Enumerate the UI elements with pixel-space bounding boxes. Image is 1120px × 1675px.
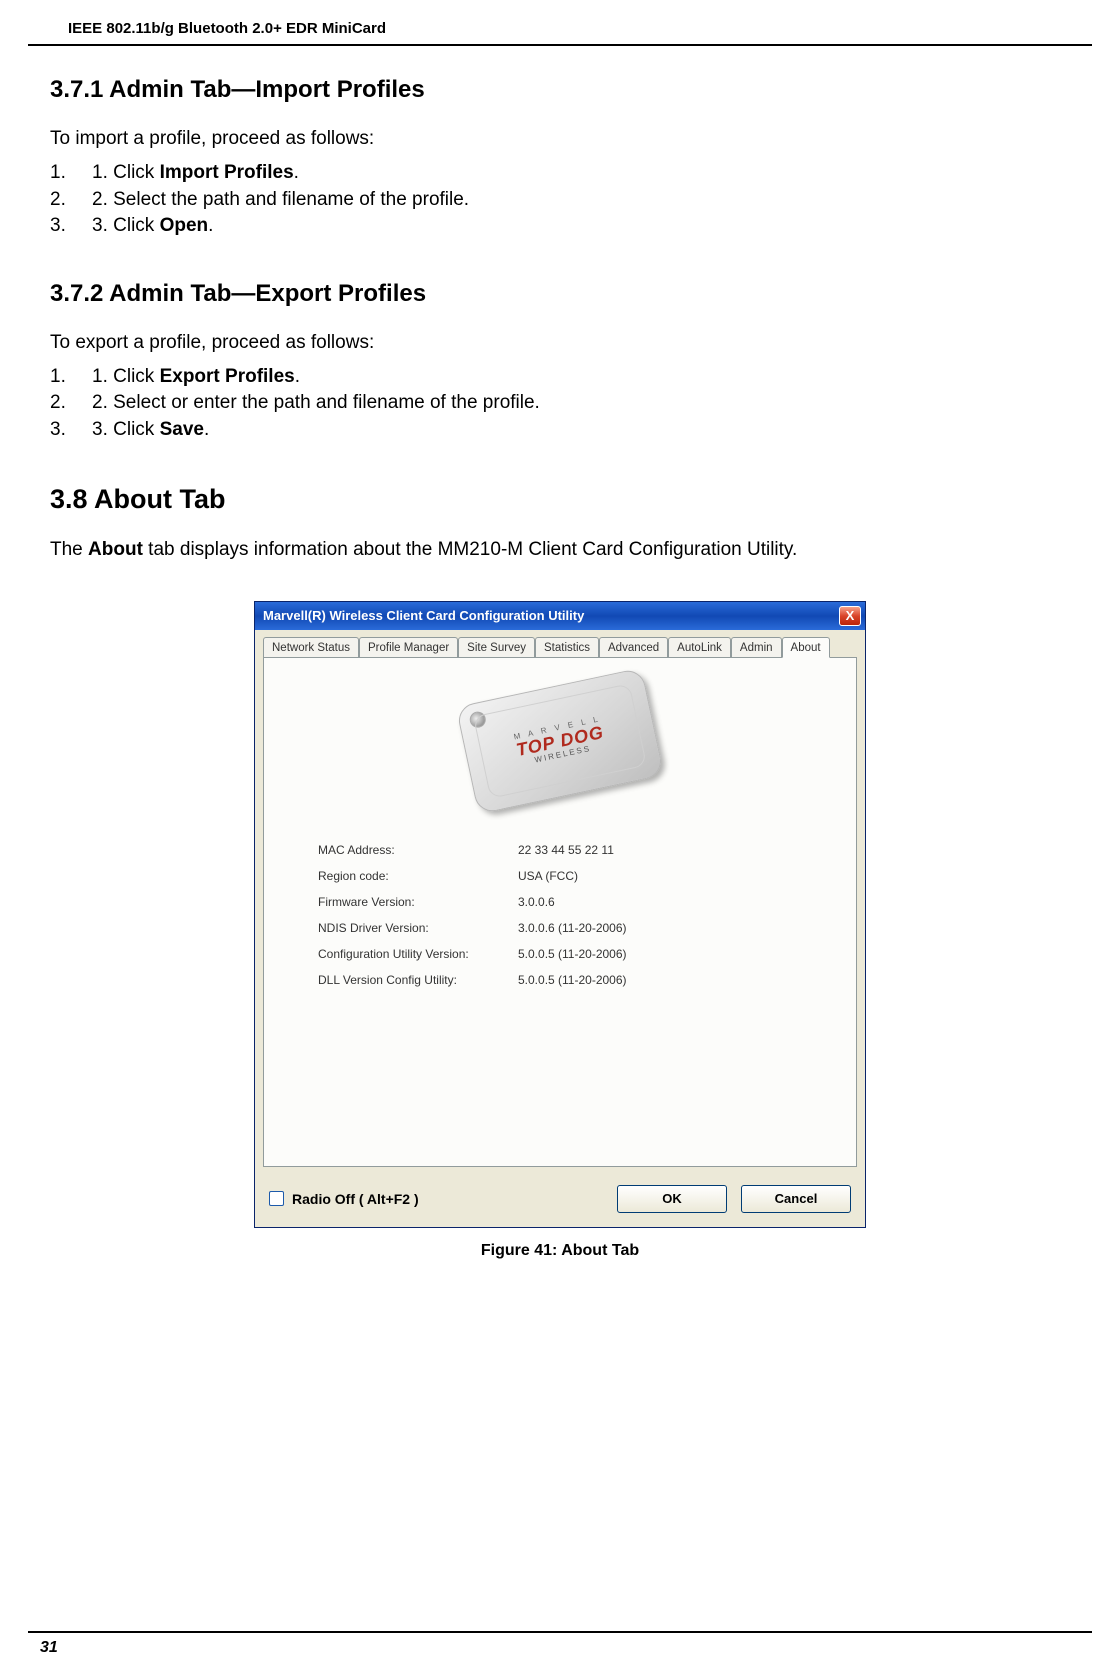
li-text: 1. Click xyxy=(92,162,160,183)
li-suffix: . xyxy=(204,419,209,440)
screenshot-wrap: Marvell(R) Wireless Client Card Configur… xyxy=(50,601,1070,1260)
info-row: DLL Version Config Utility:5.0.0.5 (11-2… xyxy=(318,967,802,993)
li-num: 1. xyxy=(50,364,92,391)
intro-371: To import a profile, proceed as follows: xyxy=(50,128,1070,150)
tab-advanced[interactable]: Advanced xyxy=(599,637,668,658)
info-value: 3.0.0.6 xyxy=(518,895,555,909)
window-title: Marvell(R) Wireless Client Card Configur… xyxy=(263,608,584,623)
list-item: 1.1. Click Import Profiles. xyxy=(50,160,1070,187)
close-button[interactable]: X xyxy=(839,606,861,626)
tab-admin[interactable]: Admin xyxy=(731,637,782,658)
para-38: The About tab displays information about… xyxy=(50,539,1070,561)
tabstrip: Network Status Profile Manager Site Surv… xyxy=(255,630,865,657)
info-label: Configuration Utility Version: xyxy=(318,947,518,961)
info-row: Firmware Version:3.0.0.6 xyxy=(318,889,802,915)
page-header: IEEE 802.11b/g Bluetooth 2.0+ EDR MiniCa… xyxy=(28,12,1092,46)
info-label: NDIS Driver Version: xyxy=(318,921,518,935)
li-bold: Export Profiles xyxy=(160,366,295,387)
tab-about[interactable]: About xyxy=(782,637,830,658)
tab-body: M A R V E L L TOP DOG WIRELESS MAC Addre… xyxy=(263,657,857,1167)
logo-inner: M A R V E L L TOP DOG WIRELESS xyxy=(473,683,647,798)
li-bold: Import Profiles xyxy=(160,162,294,183)
info-row: Region code:USA (FCC) xyxy=(318,863,802,889)
list-372: 1.1. Click Export Profiles. 2.2. Select … xyxy=(50,364,1070,444)
page-number: 31 xyxy=(40,1639,58,1656)
li-text: 3. Click xyxy=(92,215,160,236)
cancel-button[interactable]: Cancel xyxy=(741,1185,851,1213)
list-item: 3.3. Click Save. xyxy=(50,417,1070,444)
info-value: 5.0.0.5 (11-20-2006) xyxy=(518,947,627,961)
li-num: 1. xyxy=(50,160,92,187)
heading-372: 3.7.2 Admin Tab—Export Profiles xyxy=(50,280,1070,308)
list-item: 2.2. Select the path and filename of the… xyxy=(50,187,1070,214)
tab-network-status[interactable]: Network Status xyxy=(263,637,359,658)
header-title: IEEE 802.11b/g Bluetooth 2.0+ EDR MiniCa… xyxy=(68,20,386,37)
li-bold: Save xyxy=(160,419,204,440)
radio-off-label: Radio Off ( Alt+F2 ) xyxy=(292,1191,419,1207)
li-text: 2. Select or enter the path and filename… xyxy=(92,392,540,413)
tab-autolink[interactable]: AutoLink xyxy=(668,637,731,658)
info-value: 3.0.0.6 (11-20-2006) xyxy=(518,921,627,935)
intro-372: To export a profile, proceed as follows: xyxy=(50,332,1070,354)
tab-site-survey[interactable]: Site Survey xyxy=(458,637,535,658)
li-suffix: . xyxy=(295,366,300,387)
li-text: 3. Click xyxy=(92,419,160,440)
para-bold: About xyxy=(88,539,143,560)
page-content: 3.7.1 Admin Tab—Import Profiles To impor… xyxy=(0,46,1120,1280)
logo-tag-icon: M A R V E L L TOP DOG WIRELESS xyxy=(456,667,665,814)
li-text: 1. Click xyxy=(92,366,160,387)
li-num: 3. xyxy=(50,417,92,444)
info-table: MAC Address:22 33 44 55 22 11 Region cod… xyxy=(318,837,802,993)
page-footer: 31 xyxy=(28,1631,1092,1657)
li-text: 2. Select the path and filename of the p… xyxy=(92,189,469,210)
heading-38: 3.8 About Tab xyxy=(50,484,1070,515)
li-num: 2. xyxy=(50,187,92,214)
list-371: 1.1. Click Import Profiles. 2.2. Select … xyxy=(50,160,1070,240)
para-suffix: tab displays information about the MM210… xyxy=(143,539,797,560)
list-item: 2.2. Select or enter the path and filena… xyxy=(50,390,1070,417)
li-suffix: . xyxy=(208,215,213,236)
heading-371: 3.7.1 Admin Tab—Import Profiles xyxy=(50,76,1070,104)
para-prefix: The xyxy=(50,539,88,560)
info-label: Region code: xyxy=(318,869,518,883)
li-suffix: . xyxy=(294,162,299,183)
app-window: Marvell(R) Wireless Client Card Configur… xyxy=(254,601,866,1228)
logo-area: M A R V E L L TOP DOG WIRELESS xyxy=(264,658,856,837)
info-row: NDIS Driver Version:3.0.0.6 (11-20-2006) xyxy=(318,915,802,941)
ok-button[interactable]: OK xyxy=(617,1185,727,1213)
info-row: MAC Address:22 33 44 55 22 11 xyxy=(318,837,802,863)
titlebar[interactable]: Marvell(R) Wireless Client Card Configur… xyxy=(255,602,865,630)
info-label: Firmware Version: xyxy=(318,895,518,909)
info-value: 5.0.0.5 (11-20-2006) xyxy=(518,973,627,987)
radio-off-group[interactable]: Radio Off ( Alt+F2 ) xyxy=(269,1191,419,1207)
figure-caption: Figure 41: About Tab xyxy=(50,1242,1070,1260)
info-label: MAC Address: xyxy=(318,843,518,857)
tab-statistics[interactable]: Statistics xyxy=(535,637,599,658)
bottom-bar: Radio Off ( Alt+F2 ) OK Cancel xyxy=(255,1175,865,1227)
li-bold: Open xyxy=(160,215,209,236)
info-value: USA (FCC) xyxy=(518,869,578,883)
info-label: DLL Version Config Utility: xyxy=(318,973,518,987)
list-item: 3.3. Click Open. xyxy=(50,213,1070,240)
info-row: Configuration Utility Version:5.0.0.5 (1… xyxy=(318,941,802,967)
radio-off-checkbox[interactable] xyxy=(269,1191,284,1206)
li-num: 3. xyxy=(50,213,92,240)
info-value: 22 33 44 55 22 11 xyxy=(518,843,614,857)
button-row: OK Cancel xyxy=(617,1185,851,1213)
tab-profile-manager[interactable]: Profile Manager xyxy=(359,637,458,658)
li-num: 2. xyxy=(50,390,92,417)
list-item: 1.1. Click Export Profiles. xyxy=(50,364,1070,391)
